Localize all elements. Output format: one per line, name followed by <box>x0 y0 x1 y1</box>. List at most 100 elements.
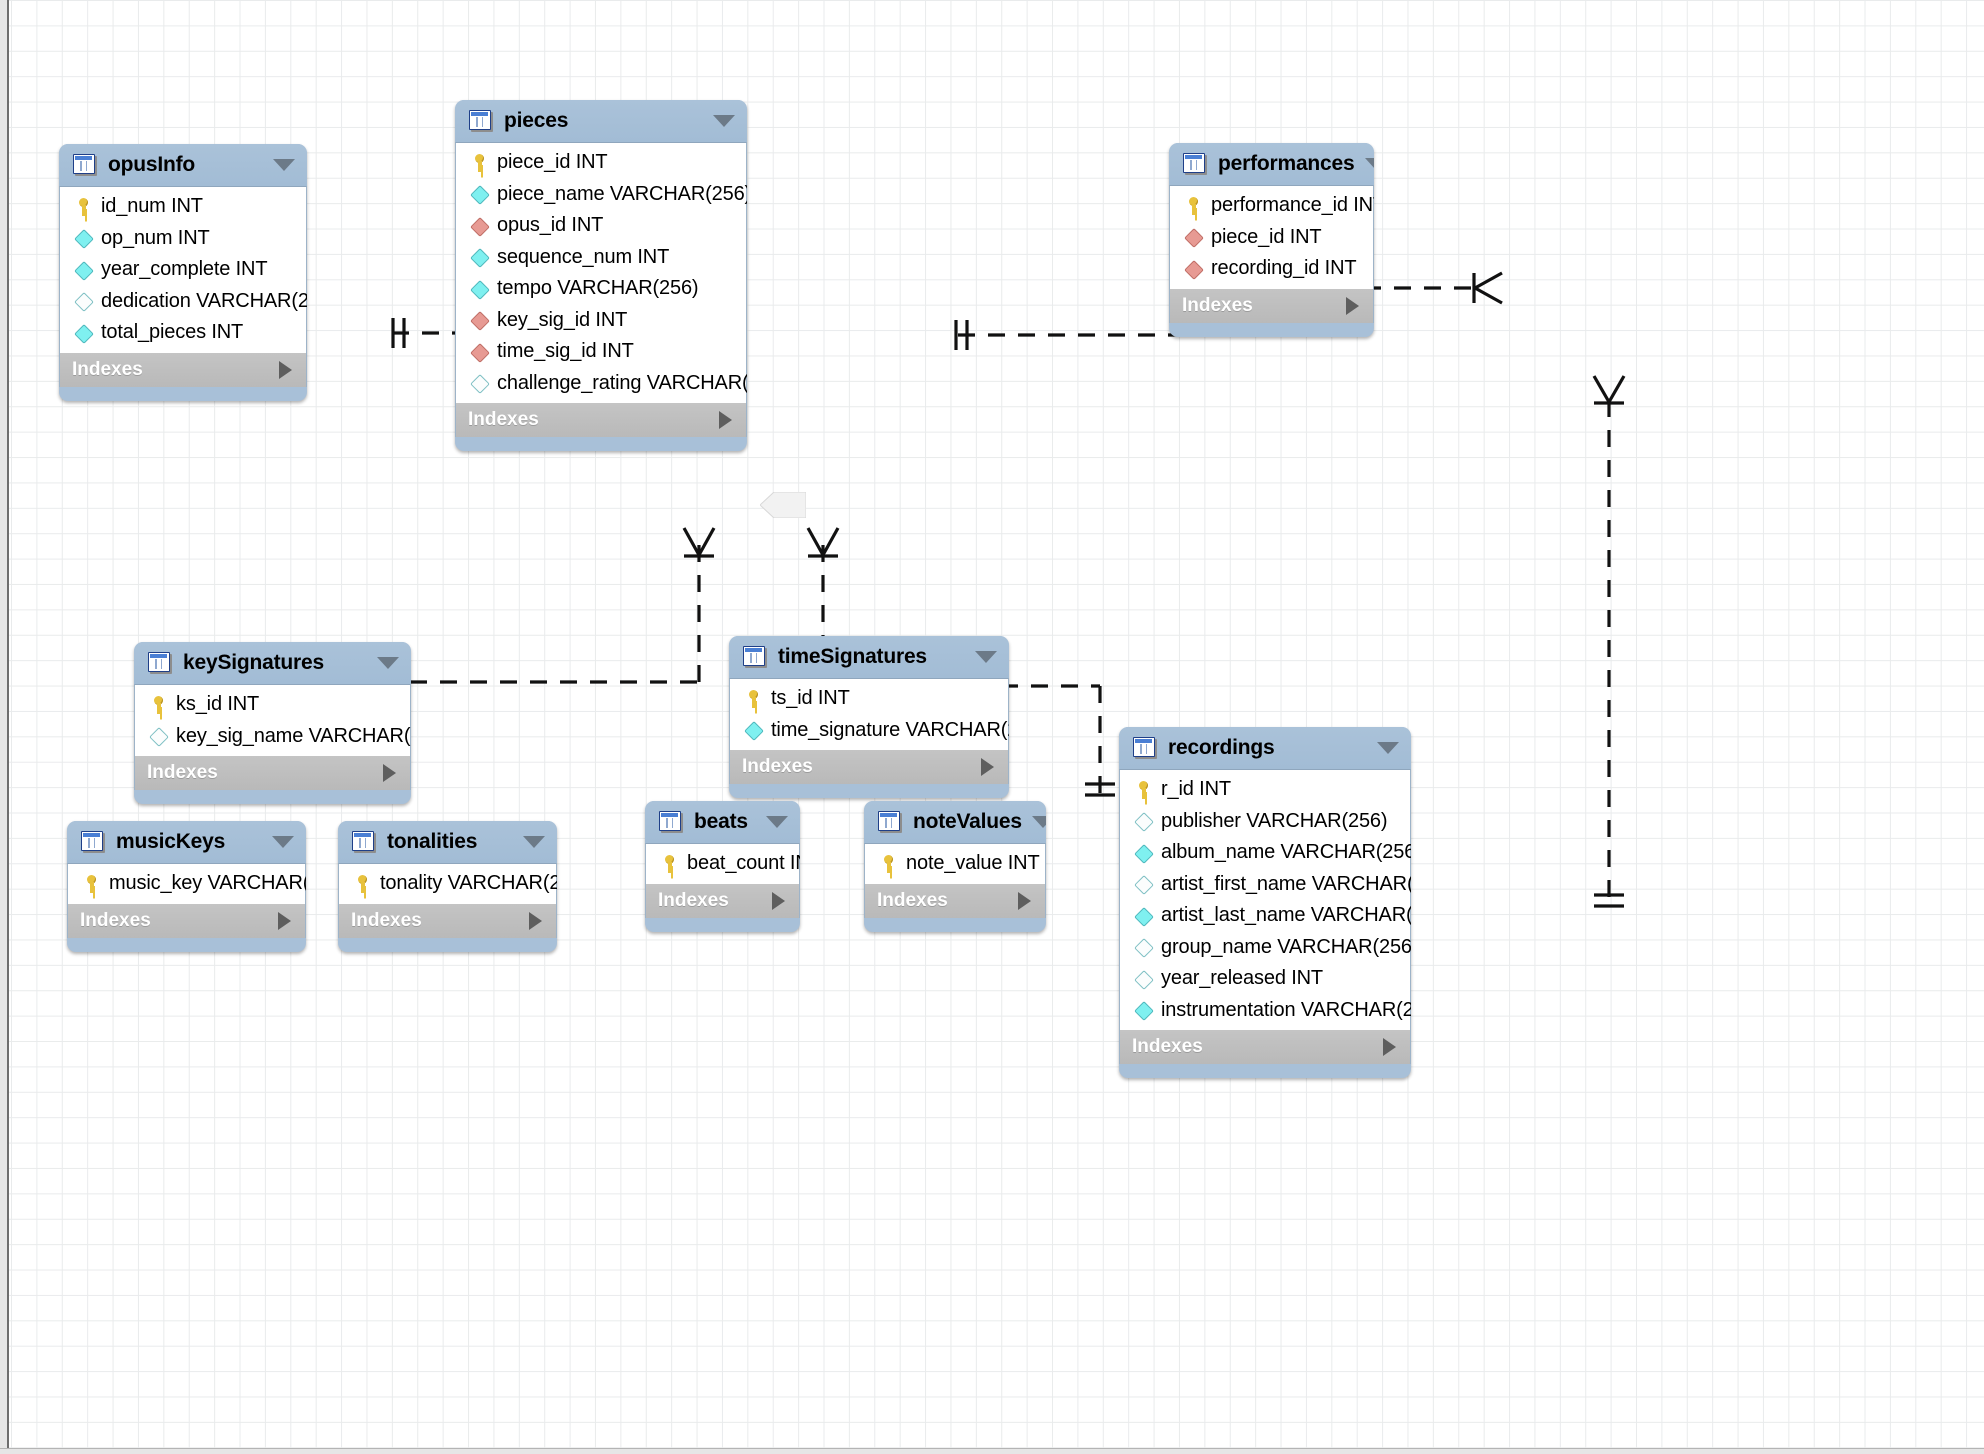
table-header-timeSignatures[interactable]: timeSignatures <box>729 636 1009 678</box>
table-header-recordings[interactable]: recordings <box>1119 727 1411 769</box>
column-label: beat_count INT <box>687 852 800 875</box>
chevron-down-icon[interactable] <box>1031 816 1046 828</box>
column-row[interactable]: note_value INT <box>865 848 1045 880</box>
expand-right-icon[interactable] <box>719 411 732 429</box>
key-icon <box>877 853 899 875</box>
column-row[interactable]: piece_id INT <box>456 147 746 179</box>
column-row[interactable]: instrumentation VARCHAR(256) <box>1120 995 1411 1027</box>
indexes-section-noteValues[interactable]: Indexes <box>864 883 1046 918</box>
column-row[interactable]: key_sig_name VARCHAR(256) <box>135 721 411 753</box>
expand-right-icon[interactable] <box>279 360 292 379</box>
table-title: musicKeys <box>116 830 226 853</box>
expand-right-icon[interactable] <box>1018 891 1031 910</box>
table-tonalities[interactable]: tonalities tonality VARCHAR(256) Indexes <box>338 821 557 952</box>
column-label: piece_name VARCHAR(256) <box>497 182 747 205</box>
chevron-down-icon[interactable] <box>713 115 735 127</box>
key-icon <box>1182 195 1204 217</box>
column-row[interactable]: tonality VARCHAR(256) <box>339 868 557 900</box>
column-row[interactable]: op_num INT <box>60 223 306 255</box>
hollow-diamond-icon <box>72 290 94 312</box>
column-row[interactable]: sequence_num INT <box>456 242 746 274</box>
table-header-performances[interactable]: performances <box>1169 143 1374 185</box>
column-row[interactable]: music_key VARCHAR(10) <box>68 868 306 900</box>
filled-diamond-icon <box>468 183 490 205</box>
column-row[interactable]: challenge_rating VARCHAR(256) <box>456 368 747 400</box>
column-row[interactable]: ts_id INT <box>730 683 1008 715</box>
filled-diamond-icon <box>468 246 490 268</box>
expand-right-icon[interactable] <box>529 911 542 930</box>
chevron-down-icon[interactable] <box>1364 158 1374 170</box>
column-row[interactable]: artist_first_name VARCHAR(256) <box>1120 869 1411 901</box>
table-header-pieces[interactable]: pieces <box>455 100 747 142</box>
column-row[interactable]: total_pieces INT <box>60 317 306 349</box>
indexes-label: Indexes <box>877 889 948 911</box>
table-pieces[interactable]: pieces piece_id INT piece_name VARCHAR(256… <box>455 100 747 451</box>
column-row[interactable]: key_sig_id INT <box>456 305 746 337</box>
column-row[interactable]: publisher VARCHAR(256) <box>1120 806 1410 838</box>
table-icon <box>73 154 97 176</box>
column-label: music_key VARCHAR(10) <box>109 872 306 895</box>
expand-right-icon[interactable] <box>981 758 994 776</box>
indexes-section-pieces[interactable]: Indexes <box>455 403 747 437</box>
column-row[interactable]: ks_id INT <box>135 689 410 721</box>
indexes-section-timeSignatures[interactable]: Indexes <box>729 750 1009 784</box>
indexes-section-musicKeys[interactable]: Indexes <box>67 903 306 938</box>
column-row[interactable]: id_num INT <box>60 191 306 223</box>
column-row[interactable]: piece_id INT <box>1170 222 1373 254</box>
column-row[interactable]: beat_count INT <box>646 848 800 880</box>
column-row[interactable]: year_complete INT <box>60 254 306 286</box>
table-header-noteValues[interactable]: noteValues <box>864 801 1046 843</box>
table-columns-noteValues: note_value INT <box>864 843 1046 884</box>
column-row[interactable]: performance_id INT <box>1170 190 1374 222</box>
table-header-tonalities[interactable]: tonalities <box>338 821 557 863</box>
eer-diagram-canvas[interactable]: opusInfo id_num INT op_num INT year_complet… <box>0 0 1984 1454</box>
table-columns-musicKeys: music_key VARCHAR(10) <box>67 863 306 904</box>
column-row[interactable]: recording_id INT <box>1170 253 1373 285</box>
chevron-down-icon[interactable] <box>1377 742 1399 754</box>
expand-right-icon[interactable] <box>278 911 291 930</box>
column-row[interactable]: tempo VARCHAR(256) <box>456 273 746 305</box>
expand-right-icon[interactable] <box>1346 296 1359 315</box>
indexes-section-performances[interactable]: Indexes <box>1169 288 1374 323</box>
table-header-beats[interactable]: beats <box>645 801 800 843</box>
expand-right-icon[interactable] <box>772 891 785 910</box>
column-row[interactable]: year_released INT <box>1120 963 1410 995</box>
column-row[interactable]: time_signature VARCHAR(256) <box>730 715 1009 747</box>
column-row[interactable]: dedication VARCHAR(256) <box>60 286 307 318</box>
table-icon <box>1183 153 1207 175</box>
indexes-section-tonalities[interactable]: Indexes <box>338 903 557 938</box>
indexes-section-keySignatures[interactable]: Indexes <box>134 756 411 790</box>
table-keySignatures[interactable]: keySignatures ks_id INT key_sig_name VARCH… <box>134 642 411 804</box>
column-row[interactable]: artist_last_name VARCHAR(256) <box>1120 900 1411 932</box>
column-row[interactable]: album_name VARCHAR(256) <box>1120 837 1411 869</box>
table-timeSignatures[interactable]: timeSignatures ts_id INT time_signature VA… <box>729 636 1009 798</box>
table-header-musicKeys[interactable]: musicKeys <box>67 821 306 863</box>
table-beats[interactable]: beats beat_count INT Indexes <box>645 801 800 932</box>
indexes-section-recordings[interactable]: Indexes <box>1119 1030 1411 1064</box>
chevron-down-icon[interactable] <box>766 816 788 828</box>
chevron-down-icon[interactable] <box>272 836 294 848</box>
column-row[interactable]: piece_name VARCHAR(256) <box>456 179 747 211</box>
table-musicKeys[interactable]: musicKeys music_key VARCHAR(10) Indexes <box>67 821 306 952</box>
column-label: year_released INT <box>1161 967 1323 990</box>
table-noteValues[interactable]: noteValues note_value INT Indexes <box>864 801 1046 932</box>
table-opusInfo[interactable]: opusInfo id_num INT op_num INT year_complet… <box>59 144 307 401</box>
chevron-down-icon[interactable] <box>377 657 399 669</box>
indexes-label: Indexes <box>742 756 813 777</box>
column-row[interactable]: opus_id INT <box>456 210 746 242</box>
expand-right-icon[interactable] <box>1383 1038 1396 1056</box>
chevron-down-icon[interactable] <box>523 836 545 848</box>
chevron-down-icon[interactable] <box>975 651 997 663</box>
indexes-section-beats[interactable]: Indexes <box>645 883 800 918</box>
table-performances[interactable]: performances performance_id INT piece_id I… <box>1169 143 1374 337</box>
table-header-opusInfo[interactable]: opusInfo <box>59 144 307 186</box>
expand-right-icon[interactable] <box>383 764 396 782</box>
column-row[interactable]: r_id INT <box>1120 774 1410 806</box>
table-recordings[interactable]: recordings r_id INT publisher VARCHAR(256)… <box>1119 727 1411 1078</box>
chevron-down-icon[interactable] <box>273 159 295 171</box>
column-row[interactable]: group_name VARCHAR(256) <box>1120 932 1411 964</box>
indexes-section-opusInfo[interactable]: Indexes <box>59 352 307 387</box>
column-row[interactable]: time_sig_id INT <box>456 336 746 368</box>
hollow-diamond-icon <box>1132 936 1154 958</box>
table-header-keySignatures[interactable]: keySignatures <box>134 642 411 684</box>
